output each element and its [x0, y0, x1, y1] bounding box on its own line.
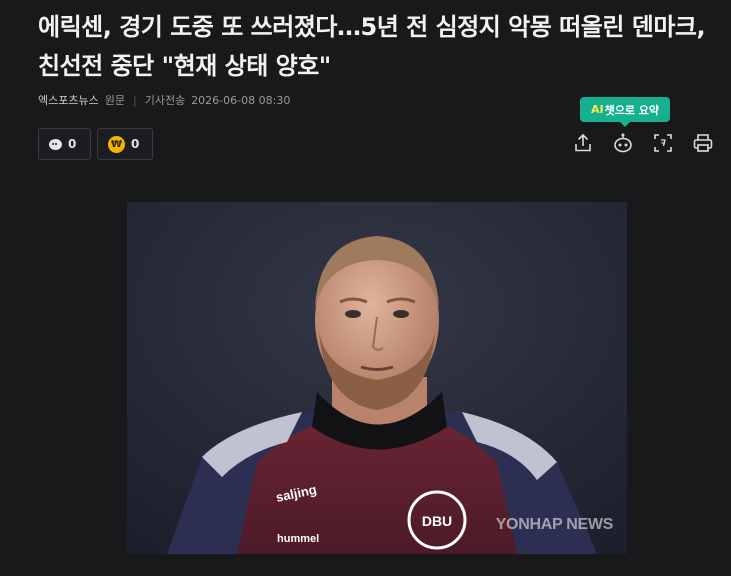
- text-size-icon[interactable]: [652, 132, 674, 154]
- comment-icon: [49, 138, 62, 150]
- brand-logo: hummel: [277, 533, 319, 545]
- ai-tag-text: 챗으로 요약: [604, 103, 660, 117]
- article-photo[interactable]: saljing hummel DBU YONHAP NEWS: [127, 202, 627, 554]
- reaction-count: 0: [131, 137, 140, 151]
- player-portrait: saljing hummel DBU: [127, 202, 627, 554]
- reaction-button[interactable]: ₩ 0: [97, 128, 153, 160]
- article-headline: 에릭센, 경기 도중 또 쓰러졌다…5년 전 심정지 악몽 떠올린 덴마크, 친…: [38, 13, 706, 80]
- coin-icon: ₩: [108, 135, 125, 153]
- comment-count: 0: [68, 137, 77, 151]
- article-tools: [572, 132, 718, 154]
- ai-summary-bot-icon[interactable]: [612, 132, 634, 154]
- article-meta: 엑스포츠뉴스 원문 | 기사전송 2026-06-08 08:30: [38, 92, 290, 108]
- share-icon[interactable]: [572, 132, 594, 154]
- print-icon[interactable]: [692, 132, 714, 154]
- ai-tag-prefix: AI: [590, 103, 604, 116]
- photo-credit: YONHAP NEWS: [495, 516, 614, 533]
- meta-divider: |: [132, 93, 137, 107]
- article-timestamp: 2026-06-08 08:30: [191, 93, 291, 107]
- timestamp-label: 기사전송: [144, 94, 186, 107]
- news-source[interactable]: 엑스포츠뉴스: [38, 92, 99, 108]
- comment-button[interactable]: 0: [38, 128, 91, 160]
- crest-text: DBU: [422, 513, 452, 529]
- source-type-label[interactable]: 원문: [105, 92, 125, 108]
- ai-summary-tooltip[interactable]: AI 챗으로 요약: [580, 97, 670, 127]
